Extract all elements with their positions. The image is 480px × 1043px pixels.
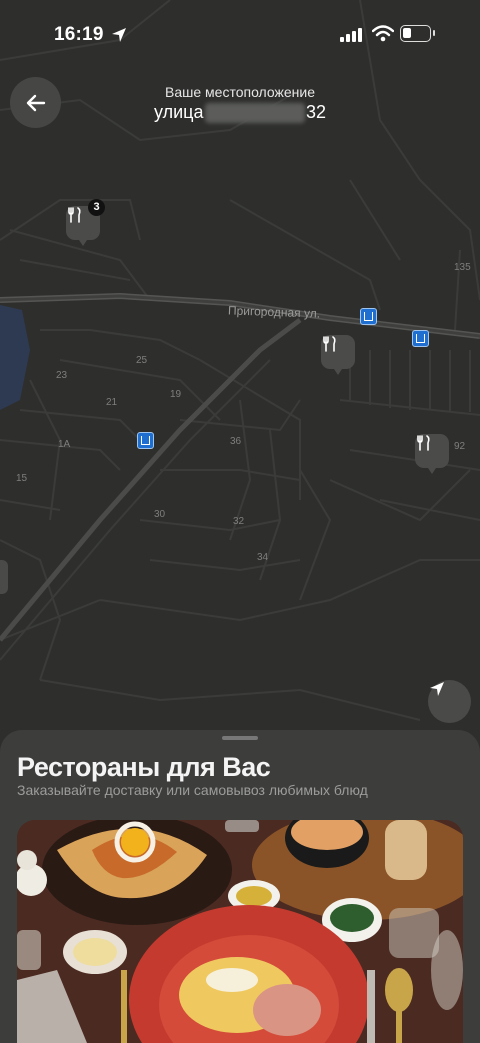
wifi-icon — [372, 25, 394, 42]
house-number: 34 — [257, 552, 269, 563]
side-handle[interactable] — [0, 560, 8, 594]
bus-stop-icon[interactable] — [137, 432, 154, 449]
house-number: 23 — [56, 370, 68, 381]
house-number: 30 — [154, 509, 166, 520]
house-number: 21 — [106, 397, 118, 408]
cluster-count-badge: 3 — [88, 199, 105, 216]
redacted-street-name — [205, 103, 305, 123]
location-label: Ваше местоположение — [165, 84, 315, 100]
house-number: 1А — [58, 439, 71, 450]
restaurant-pin[interactable] — [321, 335, 355, 375]
cellular-signal-icon — [340, 28, 362, 42]
status-bar: 16:19 — [0, 0, 480, 70]
location-street: улица — [154, 102, 204, 122]
promo-food-image[interactable] — [17, 820, 463, 1043]
food-photo — [17, 820, 463, 1043]
house-number: 25 — [136, 355, 148, 366]
house-number: 32 — [233, 516, 245, 527]
navigation-arrow-icon — [430, 682, 444, 696]
battery-icon — [400, 25, 435, 42]
house-number: 36 — [230, 436, 242, 447]
house-number: 92 — [454, 441, 466, 452]
sheet-drag-handle[interactable] — [222, 736, 258, 740]
fork-knife-icon — [323, 336, 336, 352]
sheet-subtitle: Заказывайте доставку или самовывоз любим… — [17, 782, 368, 798]
bus-stop-icon[interactable] — [412, 330, 429, 347]
restaurants-sheet[interactable]: Рестораны для Вас Заказывайте доставку и… — [0, 730, 480, 1043]
bus-stop-icon[interactable] — [360, 308, 377, 325]
fork-knife-icon — [417, 435, 430, 451]
house-number: 19 — [170, 389, 182, 400]
my-location-button[interactable] — [428, 680, 471, 723]
location-house-number: 32 — [306, 102, 327, 122]
house-number: 135 — [454, 262, 471, 273]
location-arrow-icon — [112, 28, 126, 42]
fork-knife-icon — [68, 207, 81, 223]
house-number: 15 — [16, 473, 28, 484]
restaurant-pin[interactable] — [415, 434, 449, 474]
sheet-title: Рестораны для Вас — [17, 752, 271, 782]
status-time: 16:19 — [54, 24, 104, 45]
